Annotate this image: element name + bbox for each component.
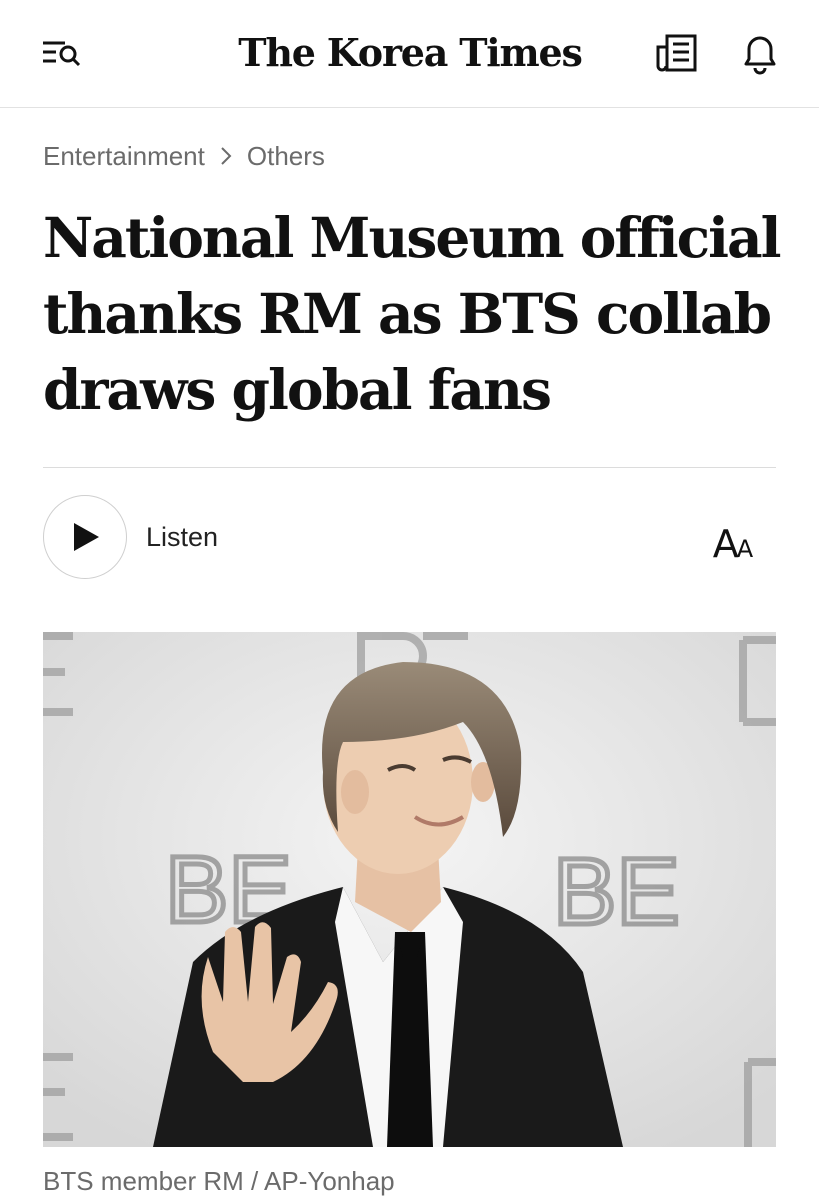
headline-line: National Museum official [43,205,782,270]
chevron-right-icon [219,145,233,167]
article-headline: National Museum official thanks RM as BT… [43,200,783,428]
site-logo[interactable]: The Korea Times [180,28,640,78]
menu-search-icon[interactable] [38,30,86,74]
breadcrumb-subsection[interactable]: Others [247,138,325,174]
play-button[interactable] [43,495,127,579]
breadcrumb-section[interactable]: Entertainment [43,138,205,174]
headline-line: thanks RM as BTS collab [43,281,772,346]
photo-caption: BTS member RM / AP-Yonhap [43,1166,395,1196]
bell-icon[interactable] [733,28,787,78]
play-icon [74,523,99,551]
font-size-icon[interactable]: A A [702,514,764,564]
breadcrumb: Entertainment Others [43,138,325,174]
article-photo: BE BE [43,632,776,1147]
font-size-glyph-small: A [736,535,754,563]
listen-label[interactable]: Listen [146,519,218,555]
backdrop-text: BE [553,839,680,945]
font-size-glyph-big: A [712,522,739,566]
headline-line: draws global fans [43,357,552,422]
newspaper-icon[interactable] [650,28,704,78]
top-header: The Korea Times [0,0,819,108]
divider [43,467,776,468]
